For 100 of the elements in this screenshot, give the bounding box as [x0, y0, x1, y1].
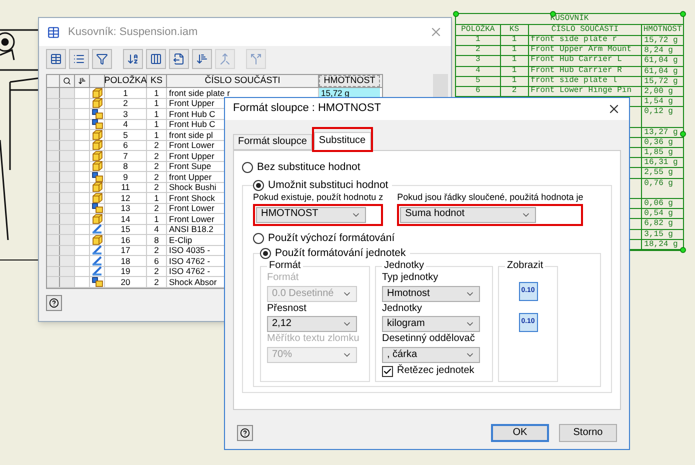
file-export-icon	[173, 53, 185, 65]
table-cell: 13	[120, 204, 130, 212]
table-cell: Front Lower	[169, 141, 214, 150]
toolbar-button[interactable]	[192, 49, 212, 69]
table-cell: 61,04 g	[644, 57, 678, 66]
radio-option[interactable]: Umožnit substituci hodnot	[253, 179, 388, 192]
table-cell: front side plate r	[169, 88, 230, 97]
table-cell: 20	[120, 278, 130, 286]
row-selector[interactable]	[47, 130, 60, 140]
help-button[interactable]	[46, 294, 62, 310]
cube-icon	[92, 88, 102, 98]
cube-icon	[92, 150, 102, 161]
table-cell: 1	[512, 36, 517, 44]
close-icon[interactable]	[607, 102, 621, 116]
grip-handle[interactable]	[453, 11, 459, 17]
row-selector[interactable]	[47, 214, 60, 224]
dropdown[interactable]: , čárka	[382, 346, 480, 363]
table-cell: 2	[154, 162, 159, 170]
grip-handle[interactable]	[680, 131, 686, 137]
group-title: Formát	[268, 260, 302, 272]
table-cell: 2	[512, 86, 517, 95]
sort-icon[interactable]	[78, 77, 86, 85]
bolt-icon	[92, 256, 102, 266]
toolbar-button[interactable]	[46, 49, 66, 69]
column-header: POLOŽKA	[456, 25, 501, 35]
dropdown[interactable]: Suma hodnot	[400, 206, 536, 222]
cube-icon	[92, 98, 102, 108]
table-cell: Shock Absor	[169, 278, 217, 286]
dialog-button[interactable]: OK	[491, 424, 549, 442]
table-cell: 1	[154, 110, 159, 118]
cube-icon	[92, 234, 102, 245]
radio-option[interactable]: Bez substituce hodnot	[242, 161, 612, 174]
row-selector[interactable]	[47, 109, 60, 118]
table-cell: front side pl	[169, 130, 213, 139]
radio-option[interactable]: Použít výchozí formátování	[253, 232, 601, 245]
toolbar-button[interactable]	[69, 49, 89, 69]
table-cell: 1	[154, 130, 159, 139]
dialog-title: Formát sloupce : HMOTNOST	[233, 102, 381, 116]
table-icon	[50, 53, 62, 65]
checkbox-option[interactable]: Řetězec jednotek	[382, 364, 486, 378]
table-cell: 1,54 g	[644, 98, 673, 106]
table-cell: front side plate l	[530, 76, 618, 85]
table-cell: 0,76 g	[644, 180, 673, 188]
table-cell: 1	[154, 88, 159, 97]
column-header[interactable]: KS	[147, 75, 167, 87]
table-cell: 15	[120, 225, 130, 234]
dialog-button[interactable]: Storno	[559, 424, 617, 442]
search-icon[interactable]	[63, 77, 71, 85]
row-selector[interactable]	[47, 193, 60, 202]
table-cell: 13,27 g	[644, 128, 678, 137]
toolbar-button[interactable]	[169, 49, 189, 69]
table-cell: Front Hub C	[169, 110, 216, 118]
row-selector[interactable]	[47, 172, 60, 182]
window-title: Kusovník: Suspension.iam	[68, 24, 198, 40]
check-icon	[383, 366, 392, 376]
table-cell: 3,15 g	[644, 230, 673, 239]
dropdown[interactable]: 2,12	[267, 316, 357, 332]
table-cell: 3	[123, 110, 128, 118]
table-cell: 6	[475, 86, 480, 95]
table-cell: Shock Bushi	[169, 183, 216, 192]
grip-handle[interactable]	[550, 11, 556, 17]
column-header: ČÍSLO SOUČÁSTI	[528, 25, 642, 35]
grip-handle[interactable]	[680, 246, 686, 253]
table-cell: 4	[154, 225, 159, 234]
column-header[interactable]: HMOTNOST	[319, 75, 380, 87]
field-label: Formát	[267, 272, 300, 285]
table-cell: 4	[123, 120, 128, 128]
radio-option[interactable]: Použít formátování jednotek	[260, 246, 406, 260]
dropdown[interactable]: Hmotnost	[382, 286, 480, 302]
toolbar-button[interactable]	[123, 49, 143, 69]
table-cell: 11	[121, 183, 130, 192]
dropdown[interactable]: kilogram	[382, 316, 480, 332]
table-cell: 1	[154, 214, 159, 223]
help-button[interactable]	[237, 425, 253, 441]
row-selector[interactable]	[47, 256, 60, 266]
help-icon	[240, 428, 250, 438]
table-cell: 2	[154, 183, 159, 192]
column-header[interactable]: POLOŽKA	[105, 75, 147, 87]
tab[interactable]: Formát sloupce	[233, 134, 312, 150]
cube-icon	[92, 182, 102, 192]
table-cell: 0,36 g	[644, 138, 673, 147]
row-selector[interactable]	[47, 235, 60, 244]
tab[interactable]: Substituce	[314, 132, 371, 150]
grip-handle[interactable]	[680, 11, 686, 17]
table-cell: 2	[154, 278, 159, 286]
dropdown[interactable]: HMOTNOST	[256, 206, 366, 222]
table-cell: 61,04 g	[644, 68, 678, 76]
field-label: Typ jednotky	[382, 272, 440, 285]
table-cell: 16,31 g	[644, 159, 678, 168]
table-cell: Front Lower	[169, 204, 214, 212]
table-cell: 0,06 g	[644, 200, 673, 208]
row-selector[interactable]	[47, 151, 60, 160]
table-cell: Front Hub C	[169, 120, 216, 128]
assembly-icon	[92, 172, 102, 182]
field-label: Desetinný oddělovač	[382, 333, 476, 346]
toolbar-button[interactable]	[146, 49, 166, 69]
table-cell: 2	[154, 246, 159, 254]
toolbar-button[interactable]	[92, 49, 112, 69]
row-selector[interactable]	[47, 277, 60, 286]
table-cell: 12	[120, 194, 130, 202]
